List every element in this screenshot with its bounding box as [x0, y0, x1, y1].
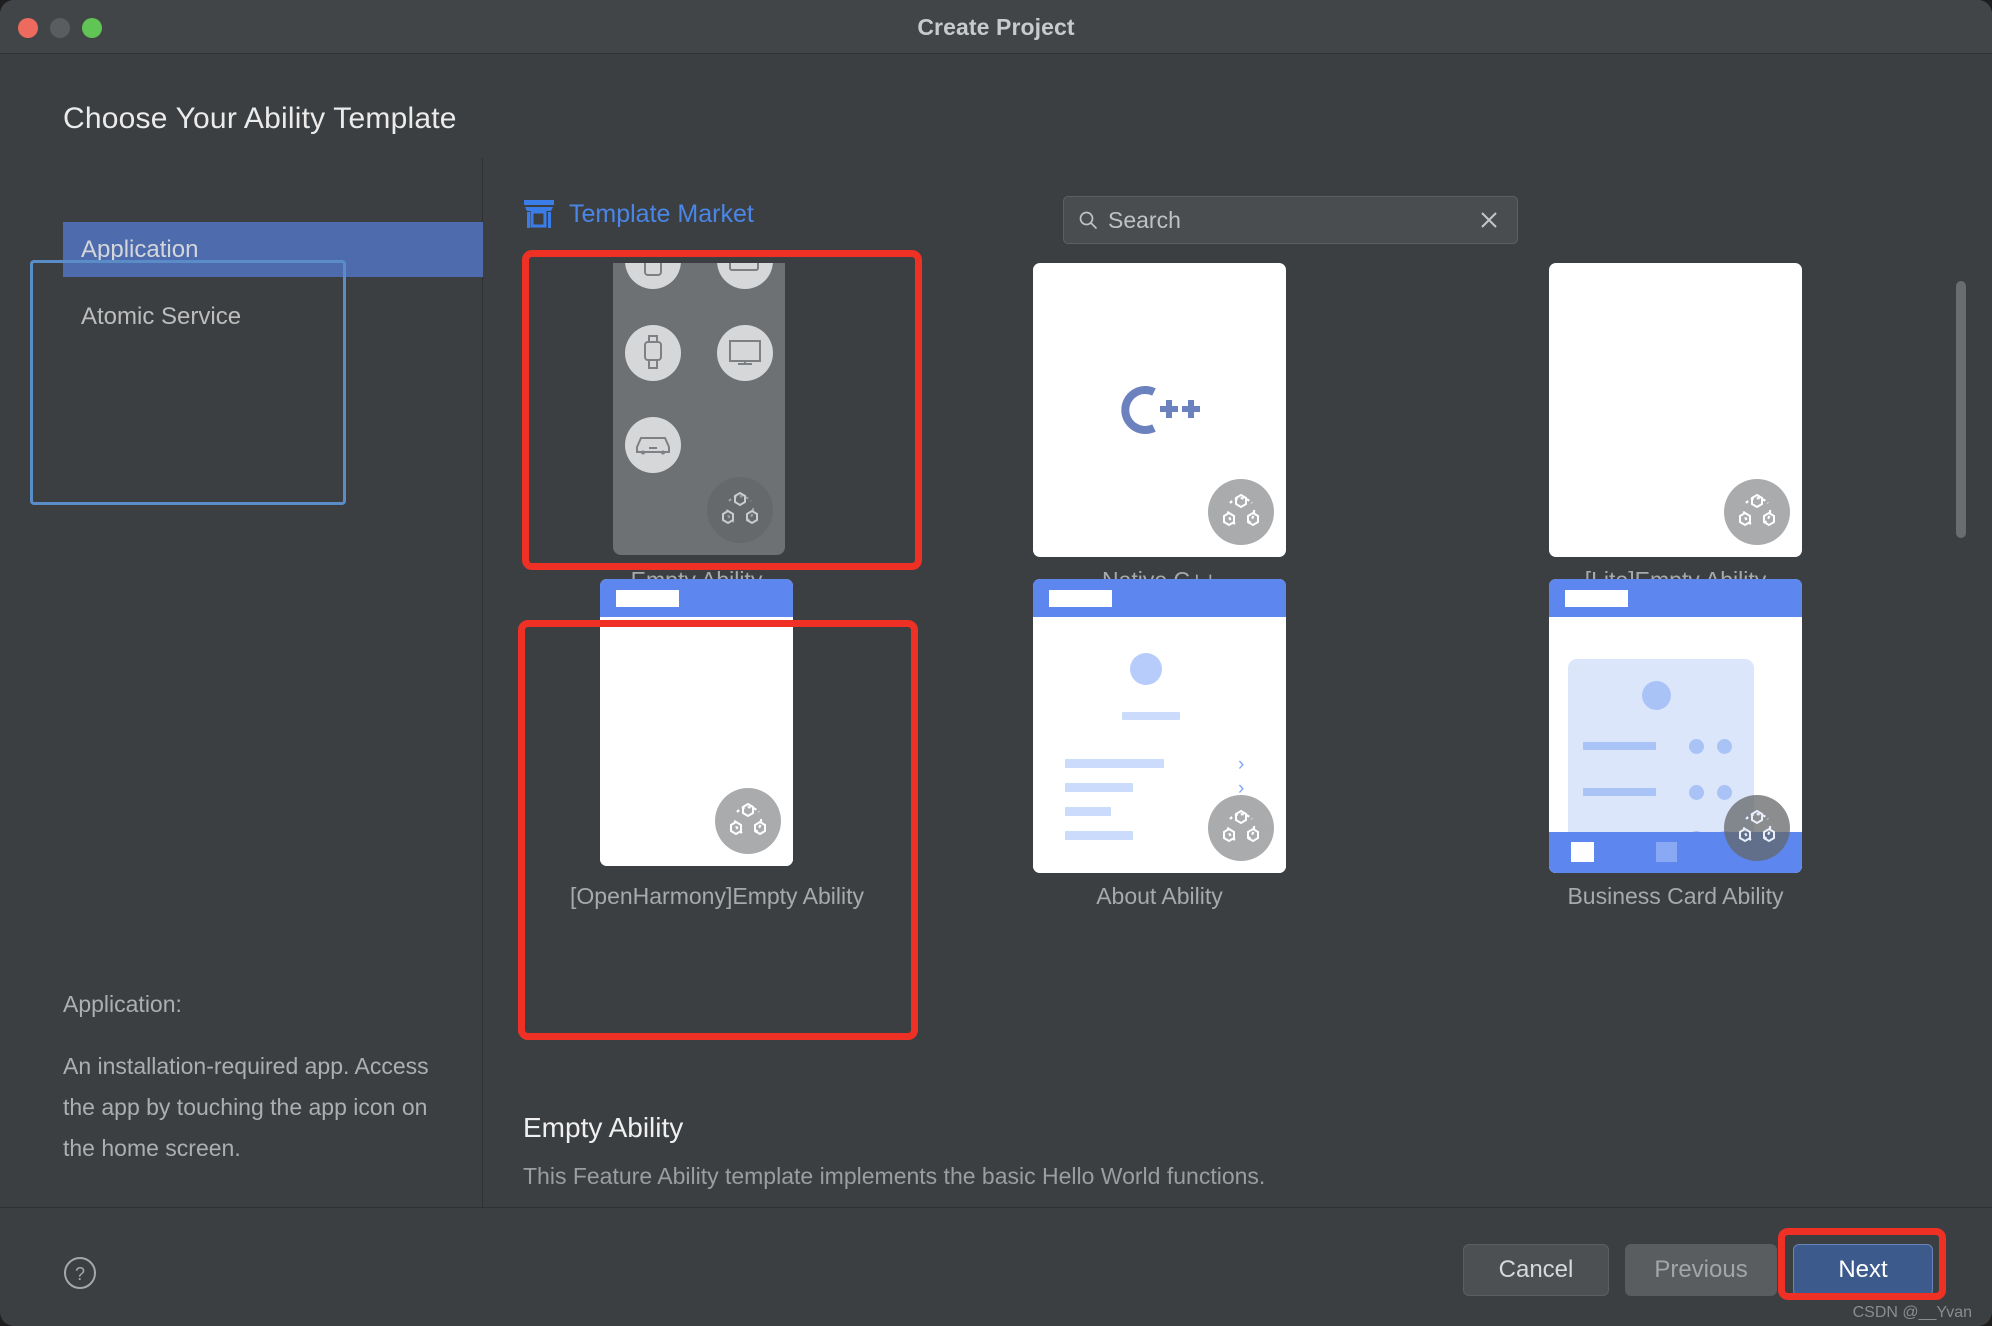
cpp-logo-thumb [1033, 263, 1286, 557]
template-card-native-cpp[interactable]: Native C++ [1033, 263, 1286, 594]
next-button-label: Next [1838, 1256, 1887, 1284]
create-project-dialog: Create Project Choose Your Ability Templ… [0, 0, 1992, 1326]
close-icon[interactable] [1477, 208, 1501, 232]
card-dot [1689, 785, 1704, 800]
scrollbar-thumb[interactable] [1956, 281, 1966, 538]
template-card-label: [OpenHarmony]Empty Ability [570, 883, 823, 910]
template-card-label: About Ability [1033, 883, 1286, 910]
card-line [1583, 788, 1656, 796]
watermark: CSDN @__Yvan [1853, 1304, 1972, 1322]
template-thumbnail [1033, 263, 1286, 557]
template-panel: Template Market Search [483, 158, 1992, 1207]
template-thumbnail [1549, 263, 1802, 557]
template-card-openharmony-empty-ability[interactable]: [OpenHarmony]Empty Ability [570, 579, 823, 910]
next-button[interactable]: Next [1793, 1244, 1933, 1296]
title-bar: Create Project [0, 0, 1992, 54]
title-placeholder [1565, 590, 1628, 607]
template-card-business-card-ability[interactable]: Business Card Ability [1549, 579, 1802, 910]
template-card-lite-empty-ability[interactable]: [Lite]Empty Ability [1549, 263, 1802, 594]
harmonyos-badge-icon [715, 788, 781, 854]
sidebar-description-body: An installation-required app. Access the… [63, 1046, 455, 1169]
search-input[interactable]: Search [1063, 196, 1518, 244]
device-grid-thumb [613, 263, 785, 555]
previous-button-label: Previous [1654, 1256, 1747, 1284]
avatar [1130, 653, 1162, 685]
template-grid: Empty Ability [523, 263, 1953, 1063]
selected-template-name: Empty Ability [523, 1112, 683, 1144]
harmonyos-badge-icon [707, 477, 773, 543]
harmonyos-badge-icon [1208, 795, 1274, 861]
card-dot [1717, 785, 1732, 800]
template-grid-scrollbar[interactable] [1956, 263, 1966, 1063]
sidebar-item-label: Application [81, 236, 198, 263]
tablet-icon [717, 263, 773, 289]
about-page-thumb: › › › › [1033, 579, 1286, 873]
template-thumbnail: › › › › [1033, 579, 1286, 873]
selected-template-description: This Feature Ability template implements… [523, 1163, 1265, 1190]
list-item [1065, 807, 1111, 816]
template-card-about-ability[interactable]: › › › › [1033, 579, 1286, 910]
window-title: Create Project [0, 0, 1992, 54]
app-title-bar [1549, 579, 1802, 617]
card-dot [1717, 739, 1732, 754]
watch-icon [625, 325, 681, 381]
list-item [1065, 759, 1164, 768]
sidebar-item-atomic-service[interactable]: Atomic Service [63, 289, 483, 344]
sidebar-description-heading: Application: [63, 984, 455, 1025]
business-card-thumb [1549, 579, 1802, 873]
chevron-right-icon: › [1238, 755, 1244, 774]
harmonyos-badge-icon [1724, 479, 1790, 545]
car-icon [625, 417, 681, 473]
svg-text:?: ? [75, 1264, 85, 1284]
template-market-label: Template Market [569, 200, 754, 229]
name-placeholder [1122, 712, 1180, 720]
search-placeholder: Search [1108, 207, 1477, 234]
list-item [1065, 831, 1133, 840]
tv-icon [717, 325, 773, 381]
card-line [1583, 742, 1656, 750]
blank-page-thumb [1549, 263, 1802, 557]
card-dot [1689, 739, 1704, 754]
phone-icon [625, 263, 681, 289]
list-item [1065, 783, 1133, 792]
storefront-icon [523, 199, 555, 229]
template-market-header[interactable]: Template Market [523, 199, 754, 229]
app-title-bar [600, 579, 793, 617]
app-title-bar [1033, 579, 1286, 617]
avatar [1642, 681, 1671, 710]
bottom-bar-item [1656, 842, 1677, 862]
cancel-button[interactable]: Cancel [1463, 1244, 1609, 1296]
dialog-content: Choose Your Ability Template Application… [0, 54, 1992, 1207]
sidebar: Application Atomic Service Application: … [0, 158, 483, 1207]
blank-app-thumb [600, 579, 793, 866]
title-placeholder [616, 590, 679, 607]
template-card-empty-ability[interactable]: Empty Ability [570, 263, 823, 594]
dialog-footer: ? Cancel Previous Next CSDN @__Yvan [0, 1207, 1992, 1326]
page-title: Choose Your Ability Template [63, 102, 457, 136]
harmonyos-badge-icon [1724, 795, 1790, 861]
bottom-bar-item [1571, 842, 1594, 862]
cancel-button-label: Cancel [1499, 1256, 1574, 1284]
template-thumbnail [1549, 579, 1802, 873]
title-placeholder [1049, 590, 1112, 607]
template-card-label: Business Card Ability [1549, 883, 1802, 910]
template-thumbnail [570, 579, 823, 873]
help-circle-icon[interactable]: ? [63, 1256, 97, 1290]
template-thumbnail [570, 263, 823, 557]
search-icon [1078, 210, 1098, 230]
previous-button[interactable]: Previous [1625, 1244, 1777, 1296]
sidebar-item-application[interactable]: Application [63, 222, 483, 277]
sidebar-item-label: Atomic Service [81, 303, 241, 330]
harmonyos-badge-icon [1208, 479, 1274, 545]
